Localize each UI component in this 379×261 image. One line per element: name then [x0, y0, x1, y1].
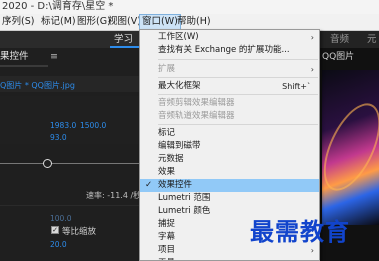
panel-divider: [0, 205, 139, 206]
position-y-value[interactable]: 1500.0: [80, 121, 106, 130]
uniform-scale-label: 等比缩放: [62, 227, 97, 237]
menu-separator: [158, 94, 318, 95]
menu-item-extensions[interactable]: 扩展 ›: [140, 63, 319, 76]
title-bar: 2020 - D:\调育存\星空 *: [0, 0, 379, 14]
menu-separator: [158, 59, 318, 60]
menu-sequence[interactable]: 序列(S): [2, 14, 34, 30]
chevron-right-icon: ›: [310, 65, 314, 74]
scale-slider-track: [0, 163, 139, 164]
menu-item-lumetri-scopes[interactable]: Lumetri 范围: [140, 192, 319, 205]
position-x-value[interactable]: 1983.0: [50, 121, 76, 130]
menu-help[interactable]: 帮助(H): [177, 14, 211, 30]
menu-view[interactable]: 视图(V): [108, 14, 141, 30]
menu-item-exchange[interactable]: 查找有关 Exchange 的扩展功能...: [140, 44, 319, 57]
menu-item-tools[interactable]: 工具: [140, 257, 319, 260]
menu-item-workspace[interactable]: 工作区(W) ›: [140, 31, 319, 44]
property-area: [0, 96, 139, 144]
menu-graphics[interactable]: 图形(G): [77, 14, 111, 30]
menu-separator: [158, 77, 318, 78]
workspace-tab-meta[interactable]: 元: [367, 31, 377, 48]
window-title: 2020 - D:\调育存\星空 *: [2, 1, 114, 12]
watermark: 最需教育: [250, 217, 350, 246]
rotation-value[interactable]: 20.0: [50, 240, 67, 249]
menu-item-edit-to-tape[interactable]: 编辑到磁带: [140, 140, 319, 153]
scale-slider-thumb[interactable]: [43, 159, 52, 168]
menu-item-audio-clip-effect-editor[interactable]: 音频剪辑效果编辑器: [140, 97, 319, 110]
panel-menu-icon[interactable]: ≡: [50, 49, 58, 65]
scale-value[interactable]: 93.0: [50, 133, 67, 142]
menu-separator: [158, 124, 318, 125]
menu-marker[interactable]: 标记(M): [41, 14, 76, 30]
menu-item-effect-controls[interactable]: ✓ 效果控件: [140, 179, 319, 192]
menu-item-metadata[interactable]: 元数据: [140, 153, 319, 166]
uniform-scale-checkbox[interactable]: ✓: [51, 226, 59, 234]
workspace-tab-audio[interactable]: 音频: [330, 31, 349, 48]
program-monitor-tab[interactable]: QQ图片: [322, 49, 354, 62]
scale-width-value[interactable]: 100.0: [50, 214, 71, 223]
rate-readout: 速率: -11.4 /秒: [86, 191, 142, 200]
menu-window[interactable]: 窗口(W): [139, 14, 181, 30]
checkmark-icon: ✓: [145, 180, 153, 190]
clip-name[interactable]: Q图片 * QQ图片.jpg: [0, 80, 75, 91]
menu-item-maximize-frame[interactable]: 最大化框架 Shift+`: [140, 80, 319, 93]
panel-tab-underline: [0, 65, 48, 67]
chevron-right-icon: ›: [310, 33, 314, 42]
menu-item-audio-track-effect-editor[interactable]: 音频轨道效果编辑器: [140, 110, 319, 123]
menu-item-markers[interactable]: 标记: [140, 127, 319, 140]
menu-item-effects[interactable]: 效果: [140, 166, 319, 179]
effect-controls-tab[interactable]: 果控件: [0, 49, 29, 65]
